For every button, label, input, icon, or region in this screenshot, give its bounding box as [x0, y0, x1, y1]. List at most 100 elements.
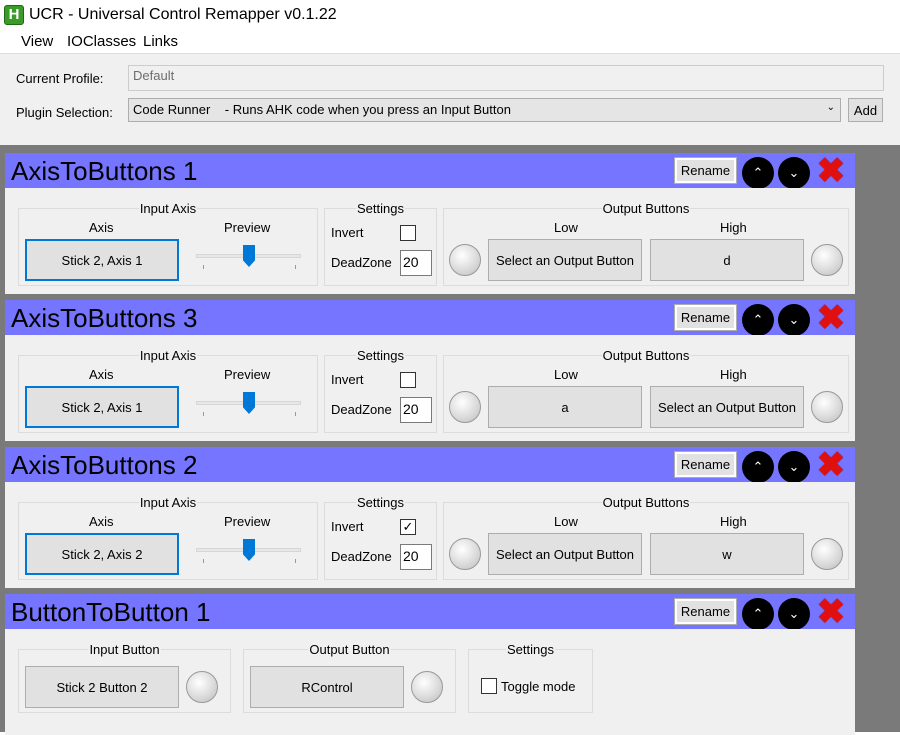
add-plugin-button[interactable]: Add [848, 98, 883, 122]
high-output-button[interactable]: d [650, 239, 804, 281]
rename-button[interactable]: Rename [674, 304, 737, 331]
move-down-button[interactable]: ⌄ [778, 598, 810, 630]
move-up-button[interactable]: ⌃ [742, 451, 774, 483]
plugin-select[interactable]: Code Runner - Runs AHK code when you pre… [128, 98, 841, 122]
input-state-indicator [186, 671, 218, 703]
plugin-selection-label: Plugin Selection: [16, 105, 113, 120]
move-down-button[interactable]: ⌄ [778, 451, 810, 483]
input-axis-group: Input Axis Axis Stick 2, Axis 2 Preview [18, 495, 318, 580]
group-label: Settings [356, 348, 405, 363]
slider-tick [295, 412, 296, 416]
toggle-mode-checkbox[interactable] [481, 678, 497, 694]
preview-slider-thumb [243, 539, 255, 561]
rename-button[interactable]: Rename [674, 598, 737, 625]
invert-checkbox[interactable] [400, 372, 416, 388]
chevron-up-icon: ⌃ [752, 606, 764, 621]
output-buttons-group: Output Buttons Low High a Select an Outp… [443, 348, 849, 433]
output-state-indicator [411, 671, 443, 703]
preview-label: Preview [224, 367, 271, 382]
input-button-group: Input Button Stick 2 Button 2 [18, 642, 231, 713]
plugin-select-value: Code Runner - Runs AHK code when you pre… [133, 102, 511, 117]
high-output-button[interactable]: w [650, 533, 804, 575]
chevron-down-icon: ⌄ [788, 165, 800, 180]
move-down-button[interactable]: ⌄ [778, 304, 810, 336]
preview-label: Preview [224, 514, 271, 529]
panel-title: ButtonToButton 1 [11, 597, 211, 627]
chevron-up-icon: ⌃ [752, 165, 764, 180]
plugin-panel-axis-to-buttons: AxisToButtons 3 Rename ⌃ ⌄ ✖ Input Axis … [5, 300, 855, 441]
move-up-button[interactable]: ⌃ [742, 598, 774, 630]
input-axis-group: Input Axis Axis Stick 2, Axis 1 Preview [18, 348, 318, 433]
move-up-button[interactable]: ⌃ [742, 157, 774, 189]
output-button-group: Output Button RControl [243, 642, 456, 713]
axis-label: Axis [89, 220, 114, 235]
settings-group: Settings Toggle mode [468, 642, 593, 713]
preview-slider-thumb [243, 392, 255, 414]
low-output-button[interactable]: Select an Output Button [488, 239, 642, 281]
deadzone-label: DeadZone [331, 402, 392, 417]
close-icon[interactable]: ✖ [815, 301, 847, 335]
panel-title: AxisToButtons 3 [11, 303, 198, 333]
low-output-button[interactable]: Select an Output Button [488, 533, 642, 575]
panel-title: AxisToButtons 2 [11, 450, 198, 480]
input-button-select[interactable]: Stick 2 Button 2 [25, 666, 179, 708]
preview-label: Preview [224, 220, 271, 235]
move-up-button[interactable]: ⌃ [742, 304, 774, 336]
chevron-down-icon: ⌄ [788, 459, 800, 474]
title-bar: H UCR - Universal Control Remapper v0.1.… [0, 0, 900, 30]
menu-ioclasses[interactable]: IOClasses [63, 33, 140, 50]
high-label: High [720, 367, 747, 382]
high-output-button[interactable]: Select an Output Button [650, 386, 804, 428]
axis-select-button[interactable]: Stick 2, Axis 1 [25, 239, 179, 281]
output-button-select[interactable]: RControl [250, 666, 404, 708]
deadzone-label: DeadZone [331, 549, 392, 564]
panel-body: Input Axis Axis Stick 2, Axis 1 Preview … [5, 335, 855, 441]
group-label: Settings [356, 495, 405, 510]
deadzone-input[interactable]: 20 [400, 250, 432, 276]
invert-checkbox[interactable] [400, 225, 416, 241]
current-profile-label: Current Profile: [16, 71, 104, 86]
deadzone-input[interactable]: 20 [400, 544, 432, 570]
high-label: High [720, 220, 747, 235]
high-label: High [720, 514, 747, 529]
invert-label: Invert [331, 372, 364, 387]
move-down-button[interactable]: ⌄ [778, 157, 810, 189]
low-state-indicator [449, 244, 481, 276]
group-label: Input Axis [138, 348, 198, 363]
low-state-indicator [449, 391, 481, 423]
menu-links[interactable]: Links [139, 33, 182, 50]
panel-body: Input Axis Axis Stick 2, Axis 1 Preview … [5, 188, 855, 294]
panel-header: AxisToButtons 2 Rename ⌃ ⌄ ✖ [5, 447, 855, 483]
invert-checkbox[interactable]: ✓ [400, 519, 416, 535]
profile-panel: Current Profile: Default Plugin Selectio… [0, 53, 900, 145]
slider-tick [203, 559, 204, 563]
current-profile-field[interactable]: Default [128, 65, 884, 91]
close-icon[interactable]: ✖ [815, 595, 847, 629]
plugin-panel-axis-to-buttons: AxisToButtons 2 Rename ⌃ ⌄ ✖ Input Axis … [5, 447, 855, 588]
close-icon[interactable]: ✖ [815, 448, 847, 482]
settings-group: Settings Invert ✓ DeadZone 20 [324, 495, 437, 580]
panel-body: Input Button Stick 2 Button 2 Output But… [5, 629, 855, 735]
axis-select-button[interactable]: Stick 2, Axis 2 [25, 533, 179, 575]
low-output-button[interactable]: a [488, 386, 642, 428]
slider-tick [295, 265, 296, 269]
group-label: Input Axis [138, 201, 198, 216]
low-label: Low [554, 514, 578, 529]
menu-view[interactable]: View [17, 33, 57, 50]
rename-button[interactable]: Rename [674, 451, 737, 478]
plugin-panel-axis-to-buttons: AxisToButtons 1 Rename ⌃ ⌄ ✖ Input Axis … [5, 153, 855, 294]
deadzone-input[interactable]: 20 [400, 397, 432, 423]
axis-select-button[interactable]: Stick 2, Axis 1 [25, 386, 179, 428]
output-buttons-group: Output Buttons Low High Select an Output… [443, 495, 849, 580]
window-title: UCR - Universal Control Remapper v0.1.22 [29, 6, 337, 23]
axis-label: Axis [89, 514, 114, 529]
slider-tick [203, 265, 204, 269]
chevron-down-icon: ⌄ [788, 606, 800, 621]
slider-tick [295, 559, 296, 563]
group-label: Input Button [88, 642, 161, 657]
close-icon[interactable]: ✖ [815, 154, 847, 188]
rename-button[interactable]: Rename [674, 157, 737, 184]
panel-header: AxisToButtons 1 Rename ⌃ ⌄ ✖ [5, 153, 855, 189]
low-label: Low [554, 367, 578, 382]
plugin-panel-button-to-button: ButtonToButton 1 Rename ⌃ ⌄ ✖ Input Butt… [5, 594, 855, 735]
